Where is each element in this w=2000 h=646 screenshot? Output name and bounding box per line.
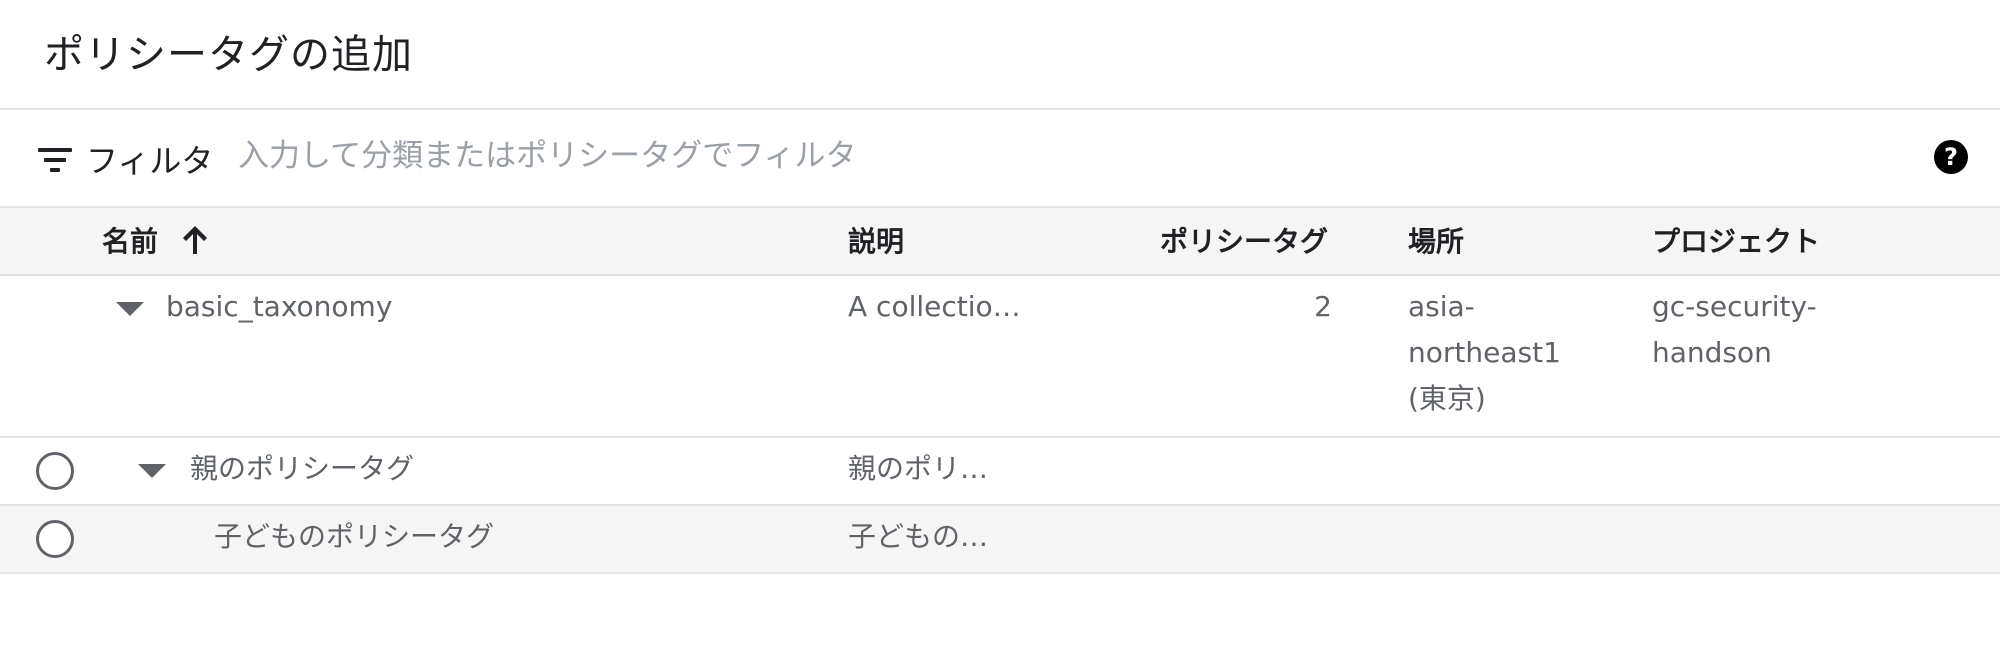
column-header-description: 説明 xyxy=(848,225,905,258)
arrow-up-icon[interactable] xyxy=(180,224,210,256)
column-header-policy-tags: ポリシータグ xyxy=(1160,225,1329,258)
table-row-parent-policy-tag[interactable]: 親のポリシータグ 親のポリ… xyxy=(0,438,2000,504)
filter-bar: フィルタ ? xyxy=(0,110,2000,206)
parent-policy-tag-description: 親のポリ… xyxy=(848,452,989,485)
child-policy-tag-name: 子どものポリシータグ xyxy=(214,520,495,553)
expand-caret-icon[interactable] xyxy=(138,464,166,478)
column-header-name[interactable]: 名前 xyxy=(102,220,158,260)
divider xyxy=(0,572,2000,574)
filter-label: フィルタ xyxy=(86,142,214,180)
table-row-taxonomy: basic_taxonomy A collectio… 2 asia- nort… xyxy=(0,276,2000,436)
child-policy-tag-radio[interactable] xyxy=(36,520,74,558)
taxonomy-description: A collectio… xyxy=(848,290,1021,323)
parent-policy-tag-name: 親のポリシータグ xyxy=(190,452,415,485)
taxonomy-location: asia- northeast1 (東京) xyxy=(1408,290,1561,415)
parent-policy-tag-radio[interactable] xyxy=(36,452,74,490)
table-header: 名前 説明 ポリシータグ 場所 プロジェクト xyxy=(0,208,2000,274)
filter-input[interactable] xyxy=(238,130,1838,182)
taxonomy-policy-tag-count: 2 xyxy=(1314,290,1332,323)
taxonomy-name: basic_taxonomy xyxy=(166,290,393,323)
child-policy-tag-description: 子どもの… xyxy=(848,520,989,553)
taxonomy-project: gc-security- handson xyxy=(1652,290,1817,369)
table-row-child-policy-tag[interactable]: 子どものポリシータグ 子どもの… xyxy=(0,506,2000,572)
column-header-location: 場所 xyxy=(1408,225,1465,258)
column-header-project: プロジェクト xyxy=(1652,225,1821,258)
help-circle-icon[interactable]: ? xyxy=(1934,140,1968,174)
expand-caret-icon[interactable] xyxy=(116,302,144,316)
filter-icon[interactable] xyxy=(38,148,72,174)
dialog-title: ポリシータグの追加 xyxy=(44,32,413,78)
